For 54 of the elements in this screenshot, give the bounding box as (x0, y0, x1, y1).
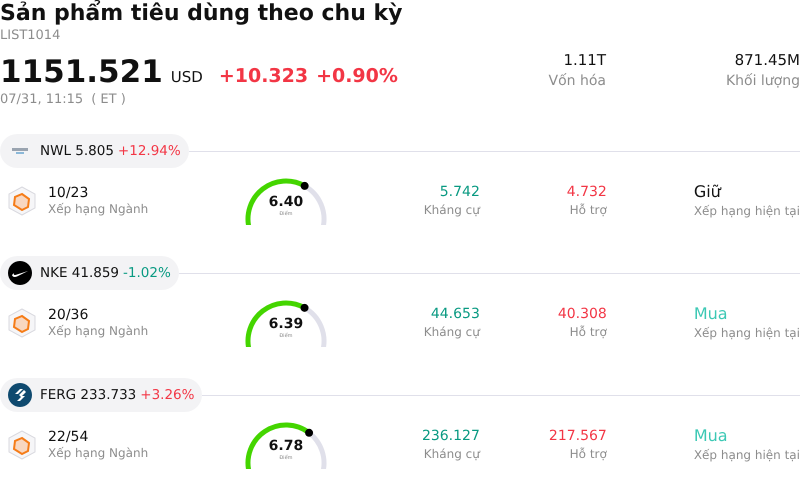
resistance-value: 236.127 (420, 427, 480, 445)
radar-chart-icon (8, 186, 36, 216)
stock-change: +12.94% (118, 142, 181, 161)
rating-label: Xếp hạng hiện tại (694, 447, 800, 464)
ticker-label: NKE 41.859 (40, 264, 120, 283)
score-value: 6.40 (268, 194, 304, 210)
timestamp: 07/31, 11:15 (0, 92, 84, 108)
radar-chart-icon (8, 308, 36, 338)
rating-label: Xếp hạng hiện tại (694, 203, 800, 220)
support-label: Hỗ trợ (568, 446, 607, 463)
rating-value: Mua (694, 426, 729, 446)
logo-icon (12, 148, 28, 154)
rank-label: Xếp hạng Ngành (48, 202, 148, 217)
radar-chart-icon (8, 430, 36, 460)
index-price: 1151.521 (0, 53, 163, 92)
resistance-label: Kháng cự (422, 202, 480, 219)
rank-value: 20/36 (48, 307, 90, 324)
page-title: Sản phẩm tiêu dùng theo chu kỳ (0, 0, 404, 28)
ticker-label: NWL 5.805 (40, 142, 114, 161)
gauge-marker (300, 182, 309, 190)
score-value: 6.78 (268, 438, 304, 454)
support-label: Hỗ trợ (568, 324, 607, 341)
stat-label: Vốn hóa (548, 72, 606, 91)
resistance-label: Kháng cự (422, 446, 480, 463)
stat-value: 871.45M (734, 50, 800, 70)
resistance-value: 44.653 (430, 305, 480, 323)
timezone-label: ( ET ) (91, 92, 126, 108)
rank-label: Xếp hạng Ngành (48, 446, 148, 461)
stock-change: +3.26% (140, 386, 194, 405)
score-value: 6.39 (268, 316, 304, 332)
resistance-label: Kháng cự (422, 324, 480, 341)
stock-change: -1.02% (123, 264, 171, 283)
rank-value: 10/23 (48, 185, 90, 202)
percent-change: +0.90% (316, 64, 398, 89)
stat-value: 1.11T (562, 50, 606, 70)
rank-label: Xếp hạng Ngành (48, 324, 148, 339)
price-change: +10.323 (218, 64, 308, 89)
gauge-marker (305, 428, 313, 437)
list-code: LIST1014 (0, 28, 62, 44)
swoosh-logo-icon (8, 261, 32, 285)
resistance-value: 5.742 (438, 183, 480, 201)
support-label: Hỗ trợ (568, 202, 607, 219)
stat-label: Khối lượng (724, 72, 800, 91)
support-value: 4.732 (566, 183, 607, 201)
support-value: 217.567 (548, 427, 607, 445)
logo-icon (8, 383, 32, 407)
rating-value: Giữ (694, 182, 722, 202)
currency-label: USD (170, 67, 203, 88)
rating-label: Xếp hạng hiện tại (694, 325, 800, 342)
rating-value: Mua (694, 304, 729, 324)
support-value: 40.308 (556, 305, 607, 323)
ticker-label: FERG 233.733 (40, 386, 136, 405)
gauge-marker (300, 304, 308, 312)
rank-value: 22/54 (48, 429, 90, 446)
